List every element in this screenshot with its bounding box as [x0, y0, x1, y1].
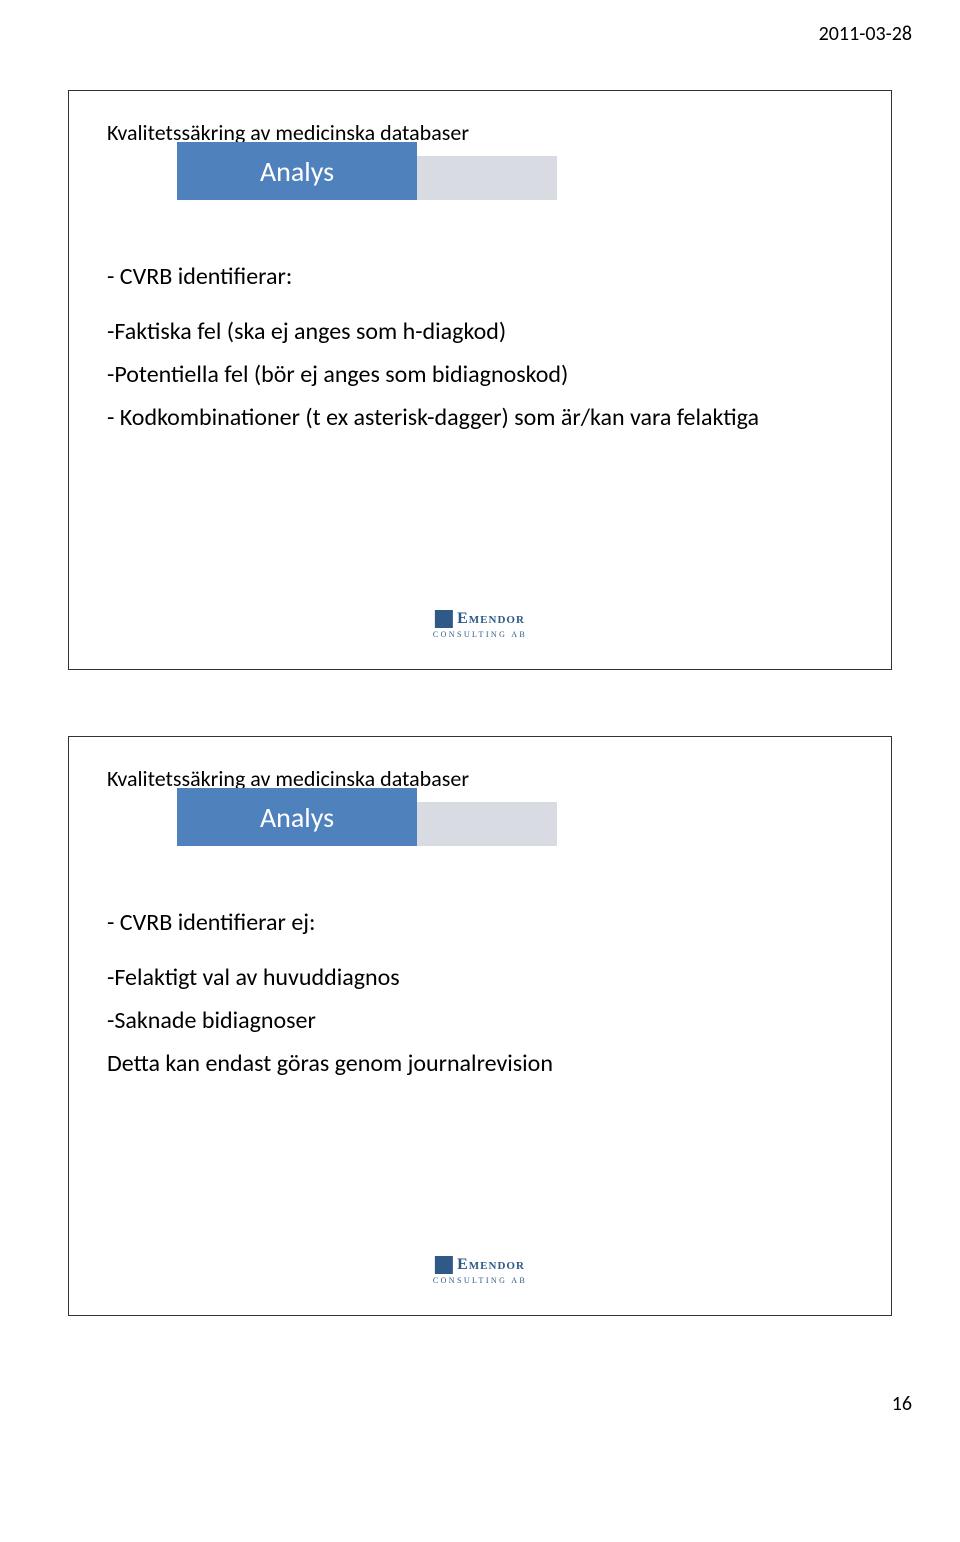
slide: Kvalitetssäkring av medicinska databaser…	[68, 736, 892, 1316]
logo: Emendor CONSULTING AB	[433, 610, 527, 639]
slide-content: - CVRB identifierar ej: -Felaktigt val a…	[107, 906, 853, 1080]
content-line: -Saknade bidiagnoser	[107, 1004, 853, 1037]
logo-top: Emendor	[433, 610, 527, 628]
logo-subtitle: CONSULTING AB	[433, 631, 527, 639]
content-line: -Faktiska fel (ska ej anges som h-diagko…	[107, 315, 853, 348]
banner-wrap: Analys	[177, 156, 557, 200]
slide: Kvalitetssäkring av medicinska databaser…	[68, 90, 892, 670]
logo-name: Emendor	[457, 1257, 525, 1273]
content-line: - Kodkombinationer (t ex asterisk-dagger…	[107, 401, 853, 434]
document-page: 2011-03-28 Kvalitetssäkring av medicinsk…	[0, 0, 960, 1432]
slide-content: - CVRB identifierar: -Faktiska fel (ska …	[107, 260, 853, 434]
banner-wrap: Analys	[177, 802, 557, 846]
content-line: -Potentiella fel (bör ej anges som bidia…	[107, 358, 853, 391]
logo: Emendor CONSULTING AB	[433, 1256, 527, 1285]
logo-top: Emendor	[433, 1256, 527, 1274]
date-header: 2011-03-28	[819, 22, 912, 46]
content-line: - CVRB identifierar ej:	[107, 906, 853, 939]
banner-label: Analys	[177, 788, 417, 846]
slides-container: Kvalitetssäkring av medicinska databaser…	[0, 0, 960, 1432]
banner-label: Analys	[177, 142, 417, 200]
logo-subtitle: CONSULTING AB	[433, 1277, 527, 1285]
content-line: - CVRB identifierar:	[107, 260, 853, 293]
page-number: 16	[892, 1392, 912, 1416]
logo-square-icon	[435, 1256, 453, 1274]
content-line: Detta kan endast göras genom journalrevi…	[107, 1047, 853, 1080]
logo-square-icon	[435, 610, 453, 628]
logo-name: Emendor	[457, 611, 525, 627]
content-line: -Felaktigt val av huvuddiagnos	[107, 961, 853, 994]
